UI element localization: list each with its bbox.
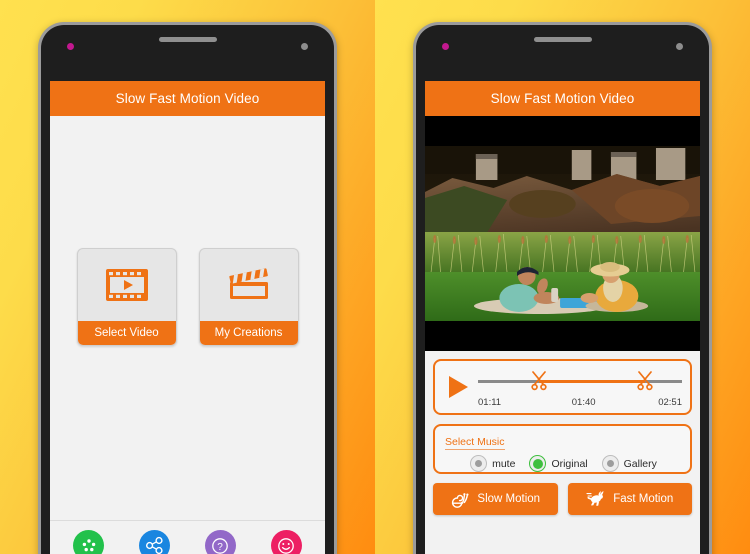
- radio-circle-icon: [601, 455, 619, 472]
- share-icon: [139, 530, 171, 554]
- nav-item-feedback[interactable]: ? Feedback: [189, 530, 251, 554]
- snail-icon: [450, 490, 470, 508]
- motion-button-row: Slow Motion Fast Motion: [433, 483, 692, 515]
- bottom-navigation: Rate App: [50, 520, 325, 554]
- trim-start-time: 01:11: [478, 397, 502, 408]
- phone-frame-left: Slow Fast Motion Video Select Video My C…: [38, 22, 337, 554]
- slow-motion-button[interactable]: Slow Motion: [433, 483, 558, 515]
- radio-label-original: Original: [551, 457, 588, 470]
- trim-time-labels: 01:11 01:40 02:51: [478, 397, 682, 408]
- proximity-sensor-icon: [301, 43, 308, 50]
- play-icon[interactable]: [449, 376, 468, 398]
- video-frame-image: [425, 146, 700, 321]
- select-music-panel: Select Music mute Original Gallery: [433, 424, 692, 474]
- radio-label-mute: mute: [492, 457, 516, 470]
- earpiece-speaker-icon: [533, 37, 592, 42]
- action-card-row: Select Video My Creations: [50, 116, 325, 346]
- screenshot-stage: Slow Fast Motion Video Select Video My C…: [0, 0, 750, 554]
- notification-led-icon: [67, 43, 74, 50]
- scissors-icon[interactable]: [530, 370, 548, 392]
- video-preview[interactable]: [425, 116, 700, 351]
- radio-dot: [475, 460, 483, 467]
- proximity-sensor-icon: [676, 43, 683, 50]
- panel-editor: Slow Fast Motion Video 01:11 01:40 02:51…: [375, 0, 750, 554]
- nav-item-more[interactable]: More: [255, 530, 317, 554]
- appbar-home: Slow Fast Motion Video: [50, 81, 325, 116]
- clapperboard-icon: [200, 249, 298, 321]
- trim-current-time: 01:40: [571, 397, 596, 408]
- film-strip-icon: [78, 249, 176, 321]
- svg-text:?: ?: [218, 542, 224, 553]
- my-creations-label: My Creations: [199, 321, 298, 345]
- radio-option-mute[interactable]: mute: [470, 455, 515, 472]
- select-video-button[interactable]: Select Video: [76, 248, 177, 346]
- appbar-editor: Slow Fast Motion Video: [425, 81, 700, 116]
- nav-item-share[interactable]: Share: [124, 530, 186, 554]
- screen-editor: Slow Fast Motion Video 01:11 01:40 02:51…: [425, 81, 700, 554]
- radio-dot: [532, 458, 543, 469]
- trim-end-time: 02:51: [658, 397, 682, 408]
- fast-motion-label: Fast Motion: [613, 493, 674, 505]
- nav-item-rate-app[interactable]: Rate App: [58, 530, 120, 554]
- phone-frame-right: Slow Fast Motion Video 01:11 01:40 02:51…: [413, 22, 712, 554]
- home-content: Select Video My Creations ?: [50, 116, 325, 554]
- radio-option-gallery[interactable]: Gallery: [601, 455, 657, 472]
- radio-circle-icon: [470, 455, 488, 472]
- radio-label-gallery: Gallery: [623, 457, 657, 470]
- select-music-label: Select Music: [445, 436, 505, 450]
- trim-slider[interactable]: 01:11 01:40 02:51: [478, 367, 682, 408]
- earpiece-speaker-icon: [158, 37, 217, 42]
- running-rabbit-icon: [586, 490, 606, 508]
- radio-option-original[interactable]: Original: [529, 455, 588, 472]
- home-empty-space: [50, 346, 325, 520]
- editor-content: 01:11 01:40 02:51 Select Music mute Orig…: [425, 116, 700, 554]
- scissors-icon[interactable]: [636, 370, 654, 392]
- trim-selection-range: [539, 380, 646, 383]
- slow-motion-label: Slow Motion: [477, 493, 541, 505]
- radio-circle-icon: [529, 455, 547, 472]
- notification-led-icon: [442, 43, 449, 50]
- panel-home: Slow Fast Motion Video Select Video My C…: [0, 0, 375, 554]
- my-creations-button[interactable]: My Creations: [198, 248, 299, 346]
- smiley-face-icon: [270, 530, 302, 554]
- select-video-label: Select Video: [77, 321, 176, 345]
- app-title: Slow Fast Motion Video: [490, 91, 635, 106]
- trim-control-panel: 01:11 01:40 02:51: [433, 359, 692, 415]
- music-radio-group: mute Original Gallery: [445, 455, 682, 472]
- question-mark-icon: ?: [204, 530, 236, 554]
- fast-motion-button[interactable]: Fast Motion: [567, 483, 692, 515]
- radio-dot: [606, 460, 614, 467]
- app-title: Slow Fast Motion Video: [115, 91, 260, 106]
- dots-circle-icon: [73, 530, 105, 554]
- screen-home: Slow Fast Motion Video Select Video My C…: [50, 81, 325, 554]
